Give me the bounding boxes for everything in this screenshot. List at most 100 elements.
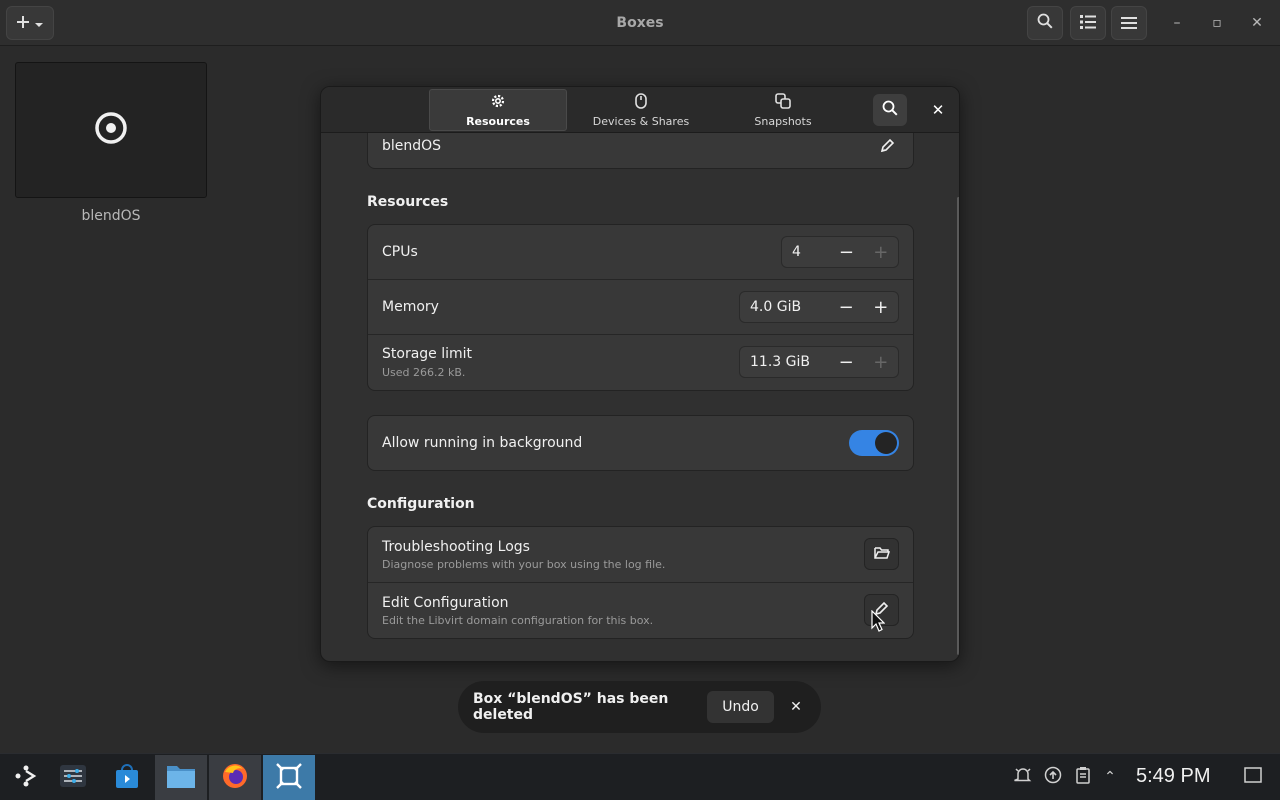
minus-icon: −: [838, 351, 854, 373]
tab-label: Resources: [466, 114, 530, 128]
toast-message: Box “blendOS” has been deleted: [473, 691, 669, 723]
chevron-down-icon: [34, 14, 44, 33]
memory-decrease-button[interactable]: −: [829, 291, 864, 323]
tab-resources[interactable]: Resources: [429, 89, 567, 131]
clipboard-tray[interactable]: [1073, 767, 1093, 787]
updates-tray[interactable]: [1043, 766, 1063, 788]
box-thumbnail[interactable]: [15, 62, 207, 198]
memory-spinbutton[interactable]: 4.0 GiB − +: [739, 291, 899, 323]
search-button[interactable]: [1027, 6, 1063, 40]
edit-configuration-row[interactable]: Edit Configuration Edit the Libvirt doma…: [368, 583, 913, 639]
dialog-search-button[interactable]: [873, 94, 907, 126]
app-launcher-button[interactable]: [0, 755, 52, 800]
app-launcher-icon: [13, 763, 39, 793]
firefox-icon: [221, 762, 249, 794]
show-desktop-button[interactable]: [1243, 767, 1263, 787]
dialog-scrollbar[interactable]: [957, 197, 959, 655]
tab-label: Devices & Shares: [592, 114, 690, 128]
show-desktop-icon: [1244, 767, 1262, 787]
list-view-icon: [1080, 14, 1096, 33]
mouse-icon: [635, 92, 647, 112]
hamburger-menu-icon: [1121, 14, 1137, 33]
close-window-button[interactable]: ✕: [1244, 10, 1270, 36]
notifications-tray[interactable]: [1013, 767, 1033, 787]
expand-tray-button[interactable]: ⌃: [1100, 767, 1120, 787]
expand-tray-icon: ⌃: [1104, 769, 1116, 785]
minimize-button[interactable]: –: [1164, 10, 1190, 36]
taskbar-store[interactable]: [101, 755, 153, 800]
taskbar-clock[interactable]: 5:49 PM: [1136, 765, 1210, 788]
edit-configuration-subtitle: Edit the Libvirt domain configuration fo…: [382, 614, 654, 627]
open-logs-button[interactable]: [864, 538, 899, 570]
edit-configuration-title: Edit Configuration: [382, 595, 509, 611]
box-name-value[interactable]: blendOS: [382, 138, 441, 154]
memory-increase-button[interactable]: +: [863, 291, 898, 323]
memory-value[interactable]: 4.0 GiB: [740, 299, 829, 315]
configuration-card: Troubleshooting Logs Diagnose problems w…: [367, 526, 914, 639]
maximize-button[interactable]: ▫: [1204, 10, 1230, 36]
storage-value[interactable]: 11.3 GiB: [740, 354, 829, 370]
notifications-icon: [1014, 766, 1032, 788]
cpus-spinbutton[interactable]: 4 − +: [781, 236, 899, 268]
memory-label: Memory: [382, 299, 439, 315]
edit-name-button[interactable]: [880, 138, 895, 157]
dialog-header: Resources Devices & Shares Snapshots ✕: [321, 87, 959, 133]
storage-row: Storage limit Used 266.2 kB. 11.3 GiB − …: [368, 335, 913, 390]
copy-icon: [775, 92, 791, 112]
folder-open-icon: [873, 545, 890, 564]
cpus-decrease-button[interactable]: −: [829, 236, 863, 268]
target-icon: [94, 111, 128, 149]
toggle-knob: [875, 432, 897, 454]
taskbar-boxes[interactable]: [263, 755, 315, 800]
toast-close-button[interactable]: ✕: [786, 697, 806, 717]
files-icon: [166, 763, 196, 793]
mouse-cursor: [871, 609, 886, 636]
add-box-menu-button[interactable]: [6, 6, 54, 40]
troubleshooting-logs-row[interactable]: Troubleshooting Logs Diagnose problems w…: [368, 527, 913, 583]
taskbar-firefox[interactable]: [209, 755, 261, 800]
search-icon: [882, 100, 898, 120]
gear-icon: [490, 93, 506, 112]
plus-icon: +: [873, 351, 889, 373]
plus-icon: +: [873, 241, 889, 263]
main-menu-button[interactable]: [1111, 6, 1147, 40]
storage-spinbutton[interactable]: 11.3 GiB − +: [739, 346, 899, 378]
storage-decrease-button[interactable]: −: [829, 346, 864, 378]
boxes-icon: [275, 762, 303, 794]
box-preferences-dialog: Resources Devices & Shares Snapshots ✕ b…: [320, 86, 960, 662]
storage-increase-button[interactable]: +: [863, 346, 898, 378]
close-icon: ✕: [790, 699, 802, 715]
tab-snapshots[interactable]: Snapshots: [714, 89, 852, 131]
taskbar-files[interactable]: [155, 755, 207, 800]
cpus-value[interactable]: 4: [782, 244, 829, 260]
maximize-icon: ▫: [1212, 15, 1222, 31]
close-icon: ✕: [1251, 15, 1263, 31]
cpus-increase-button[interactable]: +: [864, 236, 898, 268]
view-mode-button[interactable]: [1070, 6, 1106, 40]
tab-label: Snapshots: [754, 114, 812, 128]
updates-icon: [1044, 766, 1062, 788]
minus-icon: −: [838, 296, 854, 318]
dialog-close-button[interactable]: ✕: [923, 94, 953, 126]
store-icon: [114, 763, 140, 793]
tab-devices-shares[interactable]: Devices & Shares: [572, 89, 710, 131]
taskbar: ⌃ 5:49 PM: [0, 753, 1280, 800]
taskbar-settings[interactable]: [47, 755, 99, 800]
clipboard-icon: [1075, 766, 1091, 788]
settings-icon: [59, 763, 87, 793]
resources-section-title: Resources: [367, 194, 449, 210]
box-name-label: blendOS: [81, 208, 141, 224]
minimize-icon: –: [1173, 15, 1181, 31]
storage-used-label: Used 266.2 kB.: [382, 366, 466, 379]
minus-icon: −: [838, 241, 855, 263]
allow-background-toggle[interactable]: [849, 430, 899, 456]
plus-icon: +: [873, 296, 889, 318]
deleted-toast: Box “blendOS” has been deleted Undo ✕: [458, 681, 821, 733]
troubleshooting-logs-subtitle: Diagnose problems with your box using th…: [382, 558, 666, 571]
plus-icon: [16, 14, 30, 33]
close-icon: ✕: [931, 101, 945, 119]
configuration-section-title: Configuration: [367, 496, 475, 512]
troubleshooting-logs-title: Troubleshooting Logs: [382, 539, 530, 555]
allow-background-label: Allow running in background: [382, 435, 583, 451]
undo-button[interactable]: Undo: [707, 691, 774, 723]
